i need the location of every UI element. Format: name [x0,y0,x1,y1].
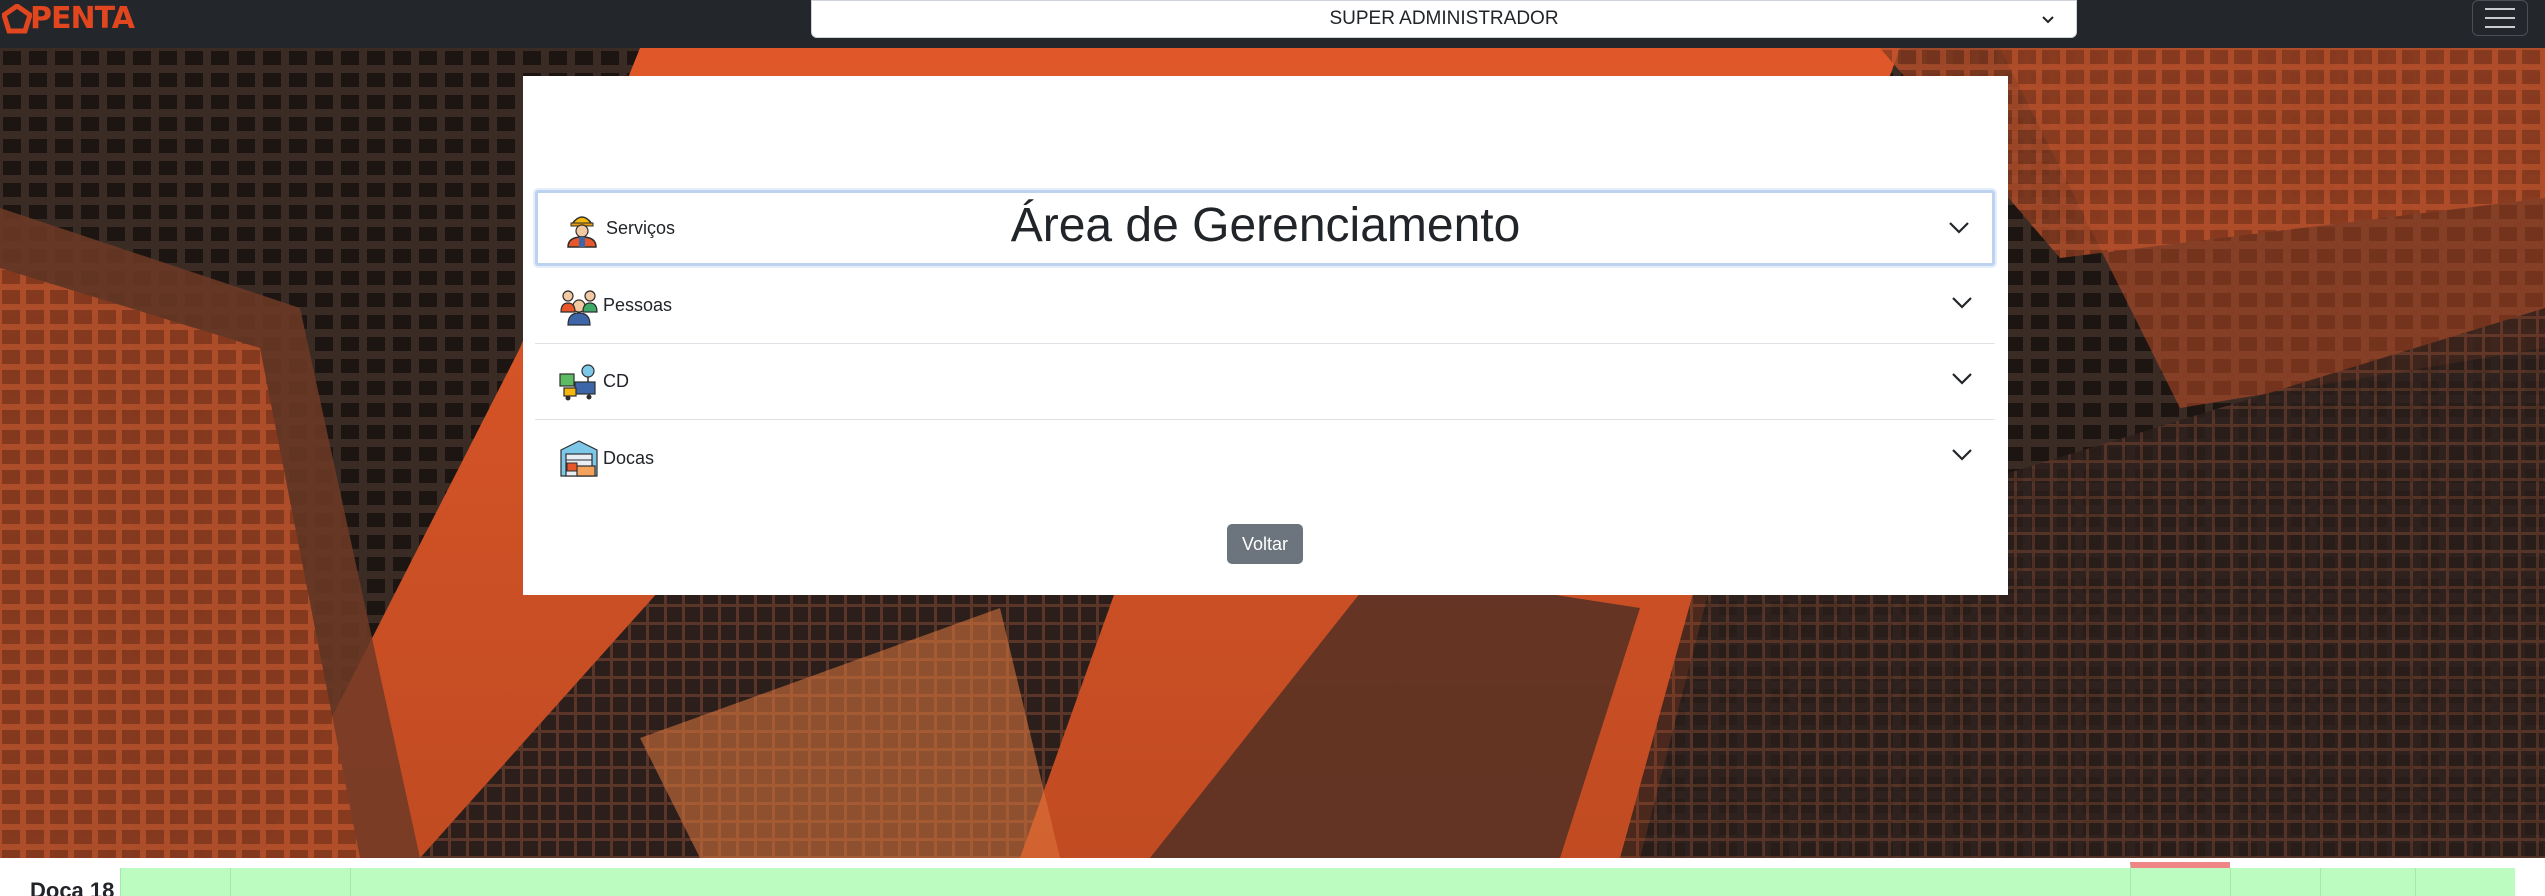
penta-logo-icon [2,4,32,34]
chevron-down-icon [1952,373,1972,385]
back-button[interactable]: Voltar [1227,524,1303,564]
distribution-center-icon [559,363,596,400]
dock-slot[interactable] [230,868,350,896]
chevron-down-icon [2042,16,2054,24]
dock-warehouse-icon [560,440,598,477]
chevron-down-icon [1952,449,1972,461]
dock-label: Doca 18 [30,878,115,896]
dock-status-strip: Doca 18 [0,858,2545,896]
accordion-item-docas[interactable]: Docas [535,420,1995,496]
chevron-down-icon [1949,222,1969,234]
dock-slot[interactable] [2415,868,2515,896]
role-select-value: SUPER ADMINISTRADOR [1329,8,1559,29]
brand-logo-text: PENTA [30,1,135,36]
navbar-menu-toggle[interactable] [2472,0,2528,36]
worker-icon [567,216,597,248]
chevron-down-icon [1952,297,1972,309]
dock-slot[interactable] [2230,868,2320,896]
accordion-item-label: Pessoas [603,295,673,315]
accordion-item-label: CD [603,371,629,391]
dock-slot[interactable] [350,868,2130,896]
brand-logo[interactable]: PENTA [2,1,135,36]
accordion-item-servicos[interactable]: Serviços [535,190,1995,266]
dock-slot[interactable] [2320,868,2415,896]
dock-slot[interactable] [2130,862,2230,896]
accordion-item-pessoas[interactable]: Pessoas [535,268,1995,344]
dock-slot[interactable] [120,868,230,896]
hamburger-menu-icon [2485,8,2515,28]
role-select[interactable]: SUPER ADMINISTRADOR [811,0,2077,38]
top-navbar: PENTA SUPER ADMINISTRADOR [0,0,2545,48]
people-icon [560,289,598,326]
accordion-item-cd[interactable]: CD [535,344,1995,420]
accordion-item-label: Serviços [606,217,676,238]
accordion-item-label: Docas [603,447,655,468]
management-card: Área de Gerenciamento Serviços Pessoas C… [523,76,2008,595]
